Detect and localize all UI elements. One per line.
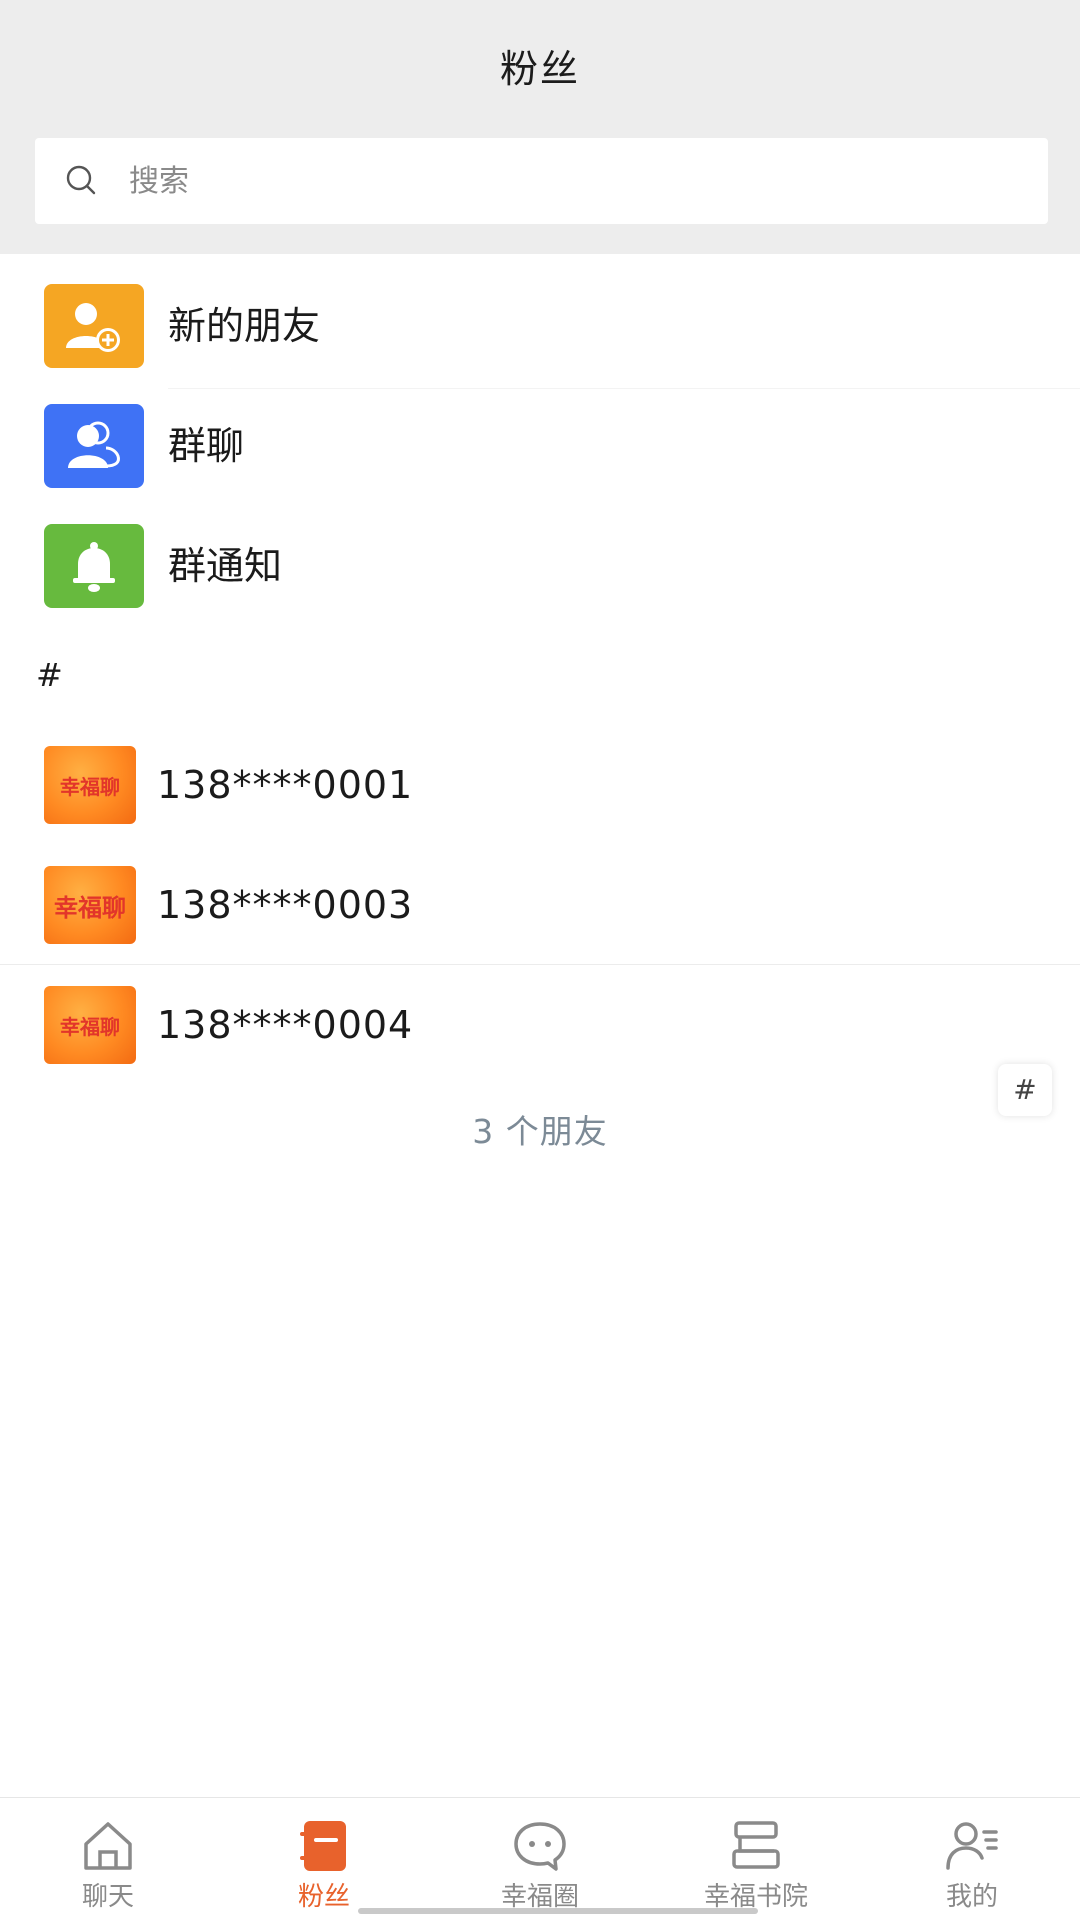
contact-name: 138****0003 bbox=[157, 883, 414, 927]
home-icon bbox=[84, 1822, 132, 1870]
add-friend-icon bbox=[44, 284, 144, 368]
bottom-tab-bar: 聊天 粉丝 幸福圈 幸福书院 我的 bbox=[0, 1797, 1080, 1920]
contact-name: 138****0004 bbox=[157, 1003, 414, 1047]
section-header: # bbox=[36, 656, 63, 694]
header-bar: 粉丝 bbox=[0, 0, 1080, 254]
search-icon bbox=[66, 165, 96, 195]
avatar: 幸福聊 bbox=[44, 986, 136, 1064]
friend-count: 3 个朋友 bbox=[472, 1112, 608, 1151]
menu-item-new-friends[interactable]: 新的朋友 bbox=[0, 264, 1080, 384]
bell-icon bbox=[44, 524, 144, 608]
contact-row[interactable]: 幸福聊 138****0004 bbox=[0, 964, 1080, 1084]
tab-fans[interactable]: 粉丝 bbox=[216, 1798, 432, 1920]
menu-item-group-notice[interactable]: 群通知 bbox=[0, 504, 1080, 624]
tab-happy-academy[interactable]: 幸福书院 bbox=[648, 1798, 864, 1920]
page-title: 粉丝 bbox=[499, 47, 580, 91]
tab-happy-circle[interactable]: 幸福圈 bbox=[432, 1798, 648, 1920]
contact-row[interactable]: 幸福聊 138****0003 bbox=[0, 844, 1080, 964]
search-input[interactable] bbox=[129, 138, 1009, 224]
avatar: 幸福聊 bbox=[44, 746, 136, 824]
chat-bubble-icon bbox=[514, 1822, 566, 1871]
menu-label-group-notice: 群通知 bbox=[168, 544, 283, 588]
tab-mine[interactable]: 我的 bbox=[864, 1798, 1080, 1920]
avatar: 幸福聊 bbox=[44, 866, 136, 944]
tab-chat[interactable]: 聊天 bbox=[0, 1798, 216, 1920]
contact-row[interactable]: 幸福聊 138****0001 bbox=[0, 724, 1080, 844]
group-icon bbox=[44, 404, 144, 488]
menu-label-new-friends: 新的朋友 bbox=[168, 304, 321, 348]
books-icon bbox=[732, 1821, 780, 1869]
home-indicator bbox=[358, 1908, 758, 1914]
tab-label: 聊天 bbox=[81, 1882, 134, 1912]
avatar-logo-text: 幸福聊 bbox=[60, 1014, 120, 1039]
search-box[interactable] bbox=[35, 138, 1048, 224]
menu-label-group-chat: 群聊 bbox=[168, 424, 245, 468]
avatar-logo-text: 幸福聊 bbox=[60, 774, 120, 799]
avatar-logo-text: 幸福聊 bbox=[54, 892, 126, 922]
alphabet-index-item[interactable]: # bbox=[998, 1064, 1052, 1116]
profile-icon bbox=[946, 1822, 998, 1870]
tab-label: 我的 bbox=[945, 1882, 998, 1912]
contacts-book-icon bbox=[300, 1821, 346, 1871]
contact-name: 138****0001 bbox=[157, 763, 414, 807]
menu-item-group-chat[interactable]: 群聊 bbox=[0, 384, 1080, 504]
